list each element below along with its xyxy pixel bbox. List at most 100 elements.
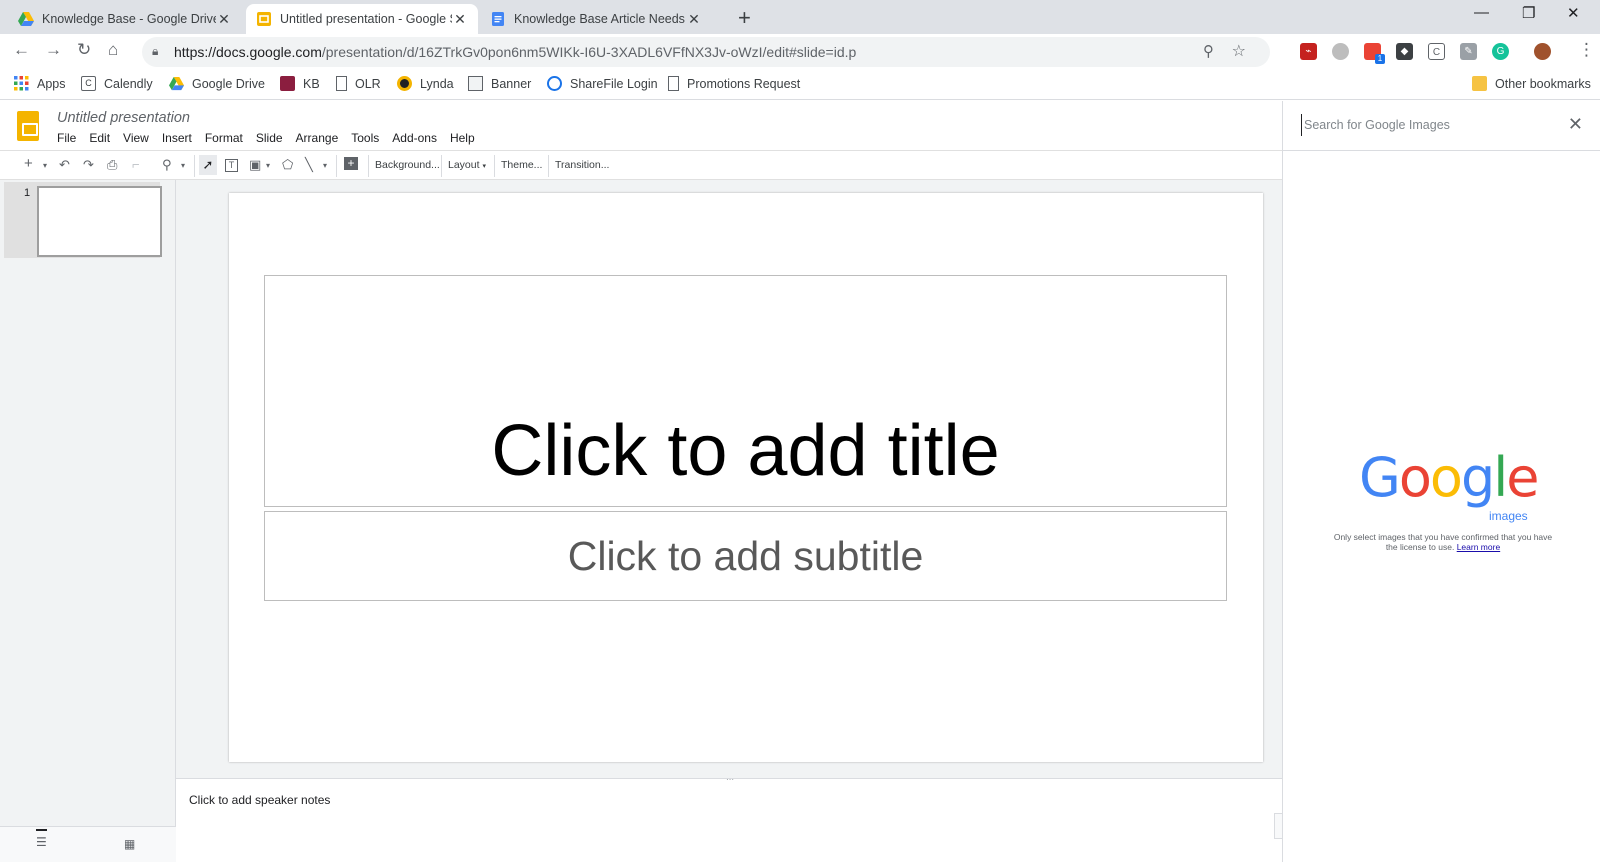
image-search-input[interactable]: [1301, 114, 1531, 136]
menu-add-ons[interactable]: Add-ons: [392, 131, 437, 145]
menu-format[interactable]: Format: [205, 131, 243, 145]
menu-slide[interactable]: Slide: [256, 131, 283, 145]
notification-extension-icon[interactable]: 1: [1364, 43, 1385, 64]
profile-avatar[interactable]: [1534, 43, 1551, 60]
close-window-icon[interactable]: ✕: [1567, 4, 1580, 22]
bookmark-apps[interactable]: Apps: [14, 76, 66, 91]
redo-icon[interactable]: ↷: [83, 157, 94, 173]
forward-icon[interactable]: →: [45, 40, 62, 60]
transition-button[interactable]: Transition...: [555, 159, 609, 171]
logo-letter: o: [1398, 446, 1432, 509]
tab-untitled-presentation[interactable]: Untitled presentation - Google S ✕: [246, 4, 478, 34]
toolbar-divider: [336, 155, 337, 177]
url-path: /presentation/d/16ZTrkGv0pon6nm5WIKk-I6U…: [321, 44, 857, 60]
logo-letter: l: [1493, 446, 1508, 509]
toolbar-divider: [194, 155, 195, 177]
explore-tab[interactable]: [1274, 813, 1282, 839]
title-placeholder[interactable]: Click to add title: [264, 275, 1227, 507]
close-tab-icon[interactable]: ✕: [452, 11, 468, 28]
disclaimer-text: Only select images that you have confirm…: [1333, 532, 1553, 552]
paint-format-icon[interactable]: ⌐: [132, 157, 140, 172]
background-button[interactable]: Background...: [375, 159, 440, 171]
bookmark-label: ShareFile Login: [570, 76, 658, 91]
document-title[interactable]: Untitled presentation: [57, 110, 190, 126]
slide-thumbnail[interactable]: [37, 186, 162, 257]
slide-canvas[interactable]: Click to add title Click to add subtitle: [229, 193, 1263, 762]
undo-icon[interactable]: ↶: [59, 157, 70, 173]
minimize-icon[interactable]: —: [1474, 4, 1489, 21]
menu-file[interactable]: File: [57, 131, 76, 145]
google-images-sublabel: images: [1489, 509, 1528, 523]
shield-extension-icon[interactable]: ◆: [1396, 43, 1413, 60]
circle-extension-icon[interactable]: [1332, 43, 1349, 60]
bookmark-calendly[interactable]: C Calendly: [81, 76, 153, 91]
close-tab-icon[interactable]: ✕: [216, 11, 232, 28]
select-cursor-icon[interactable]: ➚: [199, 155, 217, 175]
zoom-icon[interactable]: ⚲: [162, 157, 172, 173]
zoom-dropdown-icon[interactable]: ▾: [181, 161, 185, 170]
bookmark-olr[interactable]: OLR: [336, 76, 381, 91]
image-icon[interactable]: ▣: [249, 157, 261, 173]
kb-icon: [280, 76, 295, 91]
zoom-icon[interactable]: ⚲: [1203, 42, 1214, 60]
image-search-bar: ✕: [1283, 101, 1600, 151]
menu-edit[interactable]: Edit: [89, 131, 110, 145]
speaker-notes-field[interactable]: Click to add speaker notes: [189, 793, 330, 807]
grid-view-icon[interactable]: ▦: [124, 837, 135, 851]
bookmark-google-drive[interactable]: Google Drive: [169, 76, 265, 91]
speaker-notes-pane: ⋯ Click to add speaker notes: [176, 775, 1282, 862]
filmstrip-view-icon[interactable]: ☰: [36, 829, 47, 849]
home-icon[interactable]: ⌂: [108, 40, 118, 60]
reload-icon[interactable]: ↻: [77, 40, 91, 60]
back-icon[interactable]: ←: [13, 40, 30, 60]
restore-icon[interactable]: ❐: [1522, 4, 1535, 22]
close-icon[interactable]: ✕: [1568, 114, 1583, 135]
slides-logo-icon[interactable]: [17, 111, 39, 141]
chrome-menu-icon[interactable]: ⋮: [1578, 40, 1595, 60]
close-tab-icon[interactable]: ✕: [686, 11, 702, 28]
bookmark-other-bookmarks[interactable]: Other bookmarks: [1472, 76, 1591, 91]
shape-icon[interactable]: ⬠: [282, 157, 293, 173]
subtitle-placeholder[interactable]: Click to add subtitle: [264, 511, 1227, 601]
tab-knowledge-base-article-needs[interactable]: Knowledge Base Article Needs - ✕: [480, 4, 712, 34]
line-dropdown-icon[interactable]: ▾: [323, 161, 327, 170]
bookmark-kb[interactable]: KB: [280, 76, 320, 91]
print-icon[interactable]: ⎙: [107, 157, 117, 173]
new-slide-icon[interactable]: +: [24, 155, 33, 172]
image-dropdown-icon[interactable]: ▾: [266, 161, 270, 170]
address-bar[interactable]: 🔒︎ https://docs.google.com/presentation/…: [142, 37, 1270, 67]
logo-letter: G: [1359, 446, 1401, 509]
grammarly-extension-icon[interactable]: G: [1492, 43, 1509, 60]
bookmark-label: Banner: [491, 76, 532, 91]
theme-button[interactable]: Theme...: [501, 159, 542, 171]
tab-knowledge-base-drive[interactable]: Knowledge Base - Google Drive ✕: [8, 4, 242, 34]
bookmark-lynda[interactable]: Lynda: [397, 76, 454, 91]
resize-handle-icon[interactable]: ⋯: [726, 775, 735, 784]
menu-help[interactable]: Help: [450, 131, 475, 145]
bookmark-banner[interactable]: Banner: [468, 76, 531, 91]
google-slides-icon: [257, 12, 271, 26]
menu-view[interactable]: View: [123, 131, 149, 145]
slide-number: 1: [24, 187, 31, 199]
bookmark-sharefile[interactable]: ShareFile Login: [547, 76, 658, 91]
google-drive-icon: [169, 76, 184, 91]
menu-insert[interactable]: Insert: [162, 131, 192, 145]
bookmark-label: Promotions Request: [687, 76, 801, 91]
text-box-icon[interactable]: T: [225, 159, 238, 172]
new-tab-icon[interactable]: +: [738, 5, 751, 31]
menu-arrange[interactable]: Arrange: [296, 131, 339, 145]
pen-extension-icon[interactable]: ✎: [1460, 43, 1477, 60]
calendly-extension-icon[interactable]: C: [1428, 43, 1445, 60]
insert-comment-icon[interactable]: +: [344, 157, 358, 170]
line-icon[interactable]: ╲: [305, 157, 313, 173]
bookmark-label: Other bookmarks: [1495, 76, 1591, 91]
new-slide-dropdown-icon[interactable]: ▾: [43, 161, 47, 170]
slide-thumbnail-selected[interactable]: 1: [4, 182, 162, 258]
url-host: https://docs.google.com: [174, 44, 322, 60]
pdf-extension-icon[interactable]: ⌁: [1300, 43, 1317, 60]
bookmark-promotions-request[interactable]: Promotions Request: [668, 76, 800, 91]
layout-button[interactable]: Layout ▾: [448, 159, 486, 171]
learn-more-link[interactable]: Learn more: [1457, 542, 1500, 552]
bookmark-star-icon[interactable]: ☆: [1232, 41, 1246, 61]
menu-tools[interactable]: Tools: [351, 131, 379, 145]
